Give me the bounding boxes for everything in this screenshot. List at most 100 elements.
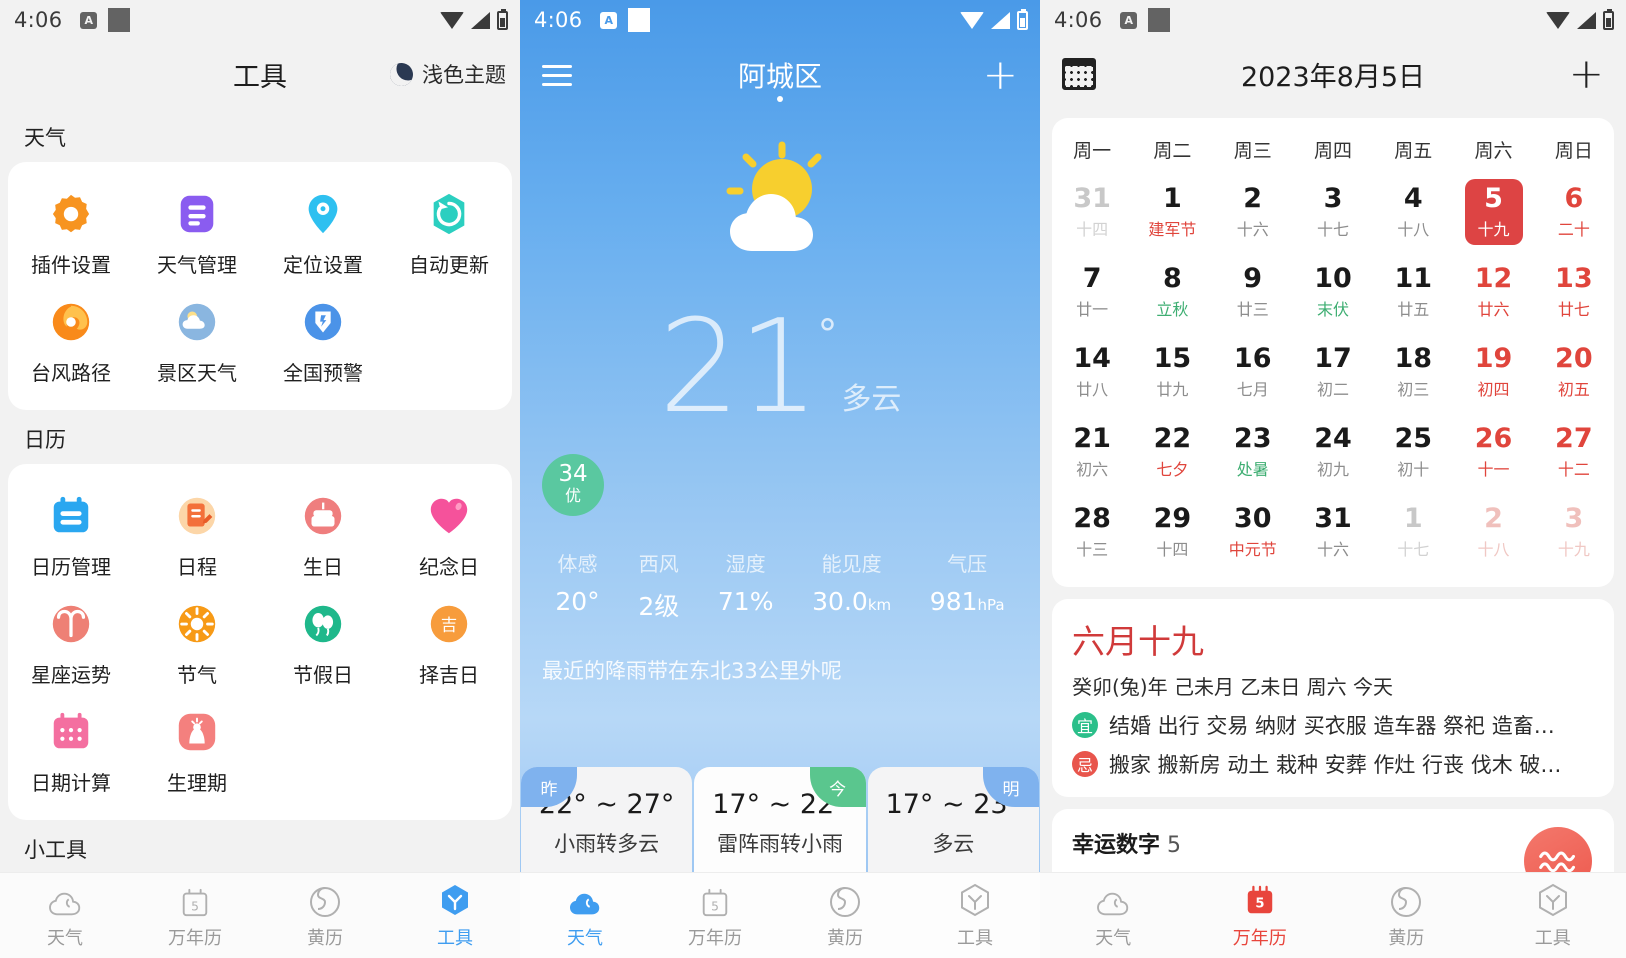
calendar-day-cell[interactable]: 2 十六 — [1213, 173, 1293, 253]
tool-birthday[interactable]: 生日 — [260, 478, 386, 586]
nav-item-weather[interactable]: 天气 — [520, 881, 650, 950]
nav-item-weather[interactable]: 天气 — [1040, 881, 1187, 950]
calendar-day-inner: 12 廿六 — [1465, 259, 1523, 325]
tool-auspicious-day[interactable]: 吉 择吉日 — [386, 586, 512, 694]
forecast-card-yesterday[interactable]: 昨 22° ~ 27° 小雨转多云 — [521, 767, 693, 872]
tool-date-calc[interactable]: 日期计算 — [8, 694, 134, 802]
calendar-day-cell[interactable]: 29 十四 — [1132, 493, 1212, 573]
tool-typhoon-path[interactable]: 台风路径 — [8, 284, 134, 392]
tool-scenic-weather[interactable]: 景区天气 — [134, 284, 260, 392]
calendar-day-inner: 8 立秋 — [1143, 259, 1201, 325]
calendar-day-cell[interactable]: 8 立秋 — [1132, 253, 1212, 333]
calendar-day-cell[interactable]: 3 十九 — [1534, 493, 1614, 573]
nav-item-calendar[interactable]: 5 万年历 — [130, 881, 260, 950]
nav-item-almanac[interactable]: 黄历 — [1333, 881, 1480, 950]
nav-label: 黄历 — [307, 928, 343, 949]
nav-item-weather[interactable]: 天气 — [0, 881, 130, 950]
calendar-day-cell[interactable]: 31 十四 — [1052, 173, 1132, 253]
nav-item-tools[interactable]: 工具 — [1480, 881, 1626, 950]
nav-item-calendar[interactable]: 5 万年历 — [650, 881, 780, 950]
calendar-day-lunar: 十七 — [1316, 220, 1349, 240]
calendar-day-number: 6 — [1564, 182, 1584, 214]
calendar-day-number: 4 — [1403, 182, 1423, 214]
tool-holiday[interactable]: 节假日 — [260, 586, 386, 694]
tool-weather-manage[interactable]: 天气管理 — [134, 176, 260, 284]
tool-plugin-settings[interactable]: 插件设置 — [8, 176, 134, 284]
calendar-day-cell[interactable]: 28 十三 — [1052, 493, 1132, 573]
calendar-grid-icon[interactable] — [1062, 58, 1096, 90]
calendar-day-cell[interactable]: 31 十六 — [1293, 493, 1373, 573]
calendar-day-cell[interactable]: 26 十一 — [1453, 413, 1533, 493]
tool-anniversary[interactable]: 纪念日 — [386, 478, 512, 586]
aqi-badge[interactable]: 34 优 — [542, 454, 604, 516]
nav-item-almanac[interactable]: 黄历 — [260, 881, 390, 950]
calendar-day-cell[interactable]: 20 初五 — [1534, 333, 1614, 413]
theme-toggle-button[interactable]: 浅色主题 — [386, 59, 506, 89]
bottom-nav-weather: 天气 5 万年历 黄历 工具 — [520, 872, 1040, 958]
calendar-day-cell[interactable]: 23 处暑 — [1213, 413, 1293, 493]
calendar-day-cell[interactable]: 18 初三 — [1373, 333, 1453, 413]
calendar-day-cell[interactable]: 10 末伏 — [1293, 253, 1373, 333]
tool-label: 生理期 — [167, 771, 227, 795]
calendar-day-cell[interactable]: 1 十七 — [1373, 493, 1453, 573]
calendar-day-cell[interactable]: 30 中元节 — [1213, 493, 1293, 573]
calendar-day-inner: 13 廿七 — [1545, 259, 1603, 325]
calendar-day-cell[interactable]: 27 十二 — [1534, 413, 1614, 493]
tool-location-settings[interactable]: 定位设置 — [260, 176, 386, 284]
calendar-day-cell[interactable]: 12 廿六 — [1453, 253, 1533, 333]
calendar-day-cell[interactable]: 9 廿三 — [1213, 253, 1293, 333]
nav-item-calendar[interactable]: 5 万年历 — [1187, 881, 1334, 950]
tool-horoscope[interactable]: 星座运势 — [8, 586, 134, 694]
nav-item-tools[interactable]: 工具 — [910, 881, 1040, 950]
calendar-day-cell[interactable]: 13 廿七 — [1534, 253, 1614, 333]
tool-national-alert[interactable]: 全国预警 — [260, 284, 386, 392]
calendar-day-inner: 11 廿五 — [1384, 259, 1442, 325]
calendar-day-cell[interactable]: 4 十八 — [1373, 173, 1453, 253]
hamburger-icon[interactable] — [542, 64, 572, 86]
calendar-day-inner: 29 十四 — [1143, 499, 1201, 565]
calendar-day-cell[interactable]: 22 七夕 — [1132, 413, 1212, 493]
nav-item-almanac[interactable]: 黄历 — [780, 881, 910, 950]
calendar-day-cell[interactable]: 14 廿八 — [1052, 333, 1132, 413]
tool-period[interactable]: 生理期 — [134, 694, 260, 802]
forecast-card-tomorrow[interactable]: 明 17° ~ 23° 多云 — [867, 767, 1039, 872]
calendar-day-cell[interactable]: 6 二十 — [1534, 173, 1614, 253]
nav-item-tools[interactable]: 工具 — [390, 881, 520, 950]
calendar-day-lunar: 处暑 — [1236, 460, 1269, 480]
tool-schedule[interactable]: 日程 — [134, 478, 260, 586]
calendar-day-number: 19 — [1474, 342, 1513, 374]
status-right-icons — [440, 8, 508, 30]
calendar-day-cell[interactable]: 5 十九 — [1453, 173, 1533, 253]
calendar-day-lunar: 初十 — [1397, 460, 1430, 480]
calendar-day-cell[interactable]: 21 初六 — [1052, 413, 1132, 493]
calendar-day-cell[interactable]: 16 七月 — [1213, 333, 1293, 413]
calendar-day-cell[interactable]: 11 廿五 — [1373, 253, 1453, 333]
forecast-cond: 雷阵雨转小雨 — [716, 832, 843, 856]
tool-calendar-manage[interactable]: 日历管理 — [8, 478, 134, 586]
svg-text:5: 5 — [711, 900, 719, 914]
plus-icon[interactable]: + — [1569, 53, 1604, 95]
calendar-day-cell[interactable]: 17 初二 — [1293, 333, 1373, 413]
calendar-day-cell[interactable]: 7 廿一 — [1052, 253, 1132, 333]
tool-solar-term[interactable]: 节气 — [134, 586, 260, 694]
calendar-day-number: 26 — [1474, 422, 1513, 454]
signal-icon — [991, 11, 1010, 29]
calendar-pink-icon — [45, 706, 97, 758]
calendar-day-inner: 7 廿一 — [1063, 259, 1121, 325]
plus-icon[interactable]: + — [983, 54, 1018, 96]
calendar-day-cell[interactable]: 2 十八 — [1453, 493, 1533, 573]
calendar-day-cell[interactable]: 1 建军节 — [1132, 173, 1212, 253]
weather-header: 阿城区 plus-icon + — [520, 40, 1040, 110]
calendar-day-cell[interactable]: 19 初四 — [1453, 333, 1533, 413]
calendar-day-cell[interactable]: 25 初十 — [1373, 413, 1453, 493]
forecast-card-today[interactable]: 今 17° ~ 22° 雷阵雨转小雨 — [694, 767, 866, 872]
tool-auto-update[interactable]: 自动更新 — [386, 176, 512, 284]
calendar-day-cell[interactable]: 3 十七 — [1293, 173, 1373, 253]
calendar-day-cell[interactable]: 24 初九 — [1293, 413, 1373, 493]
calendar-day-number: 17 — [1314, 342, 1352, 374]
calendar-day-cell[interactable]: 15 廿九 — [1132, 333, 1212, 413]
cloud-icon — [46, 881, 84, 919]
page-title: 2023年8月5日 — [1240, 61, 1426, 93]
alert-shield-icon — [297, 296, 349, 348]
hex-tool-icon — [958, 881, 992, 919]
